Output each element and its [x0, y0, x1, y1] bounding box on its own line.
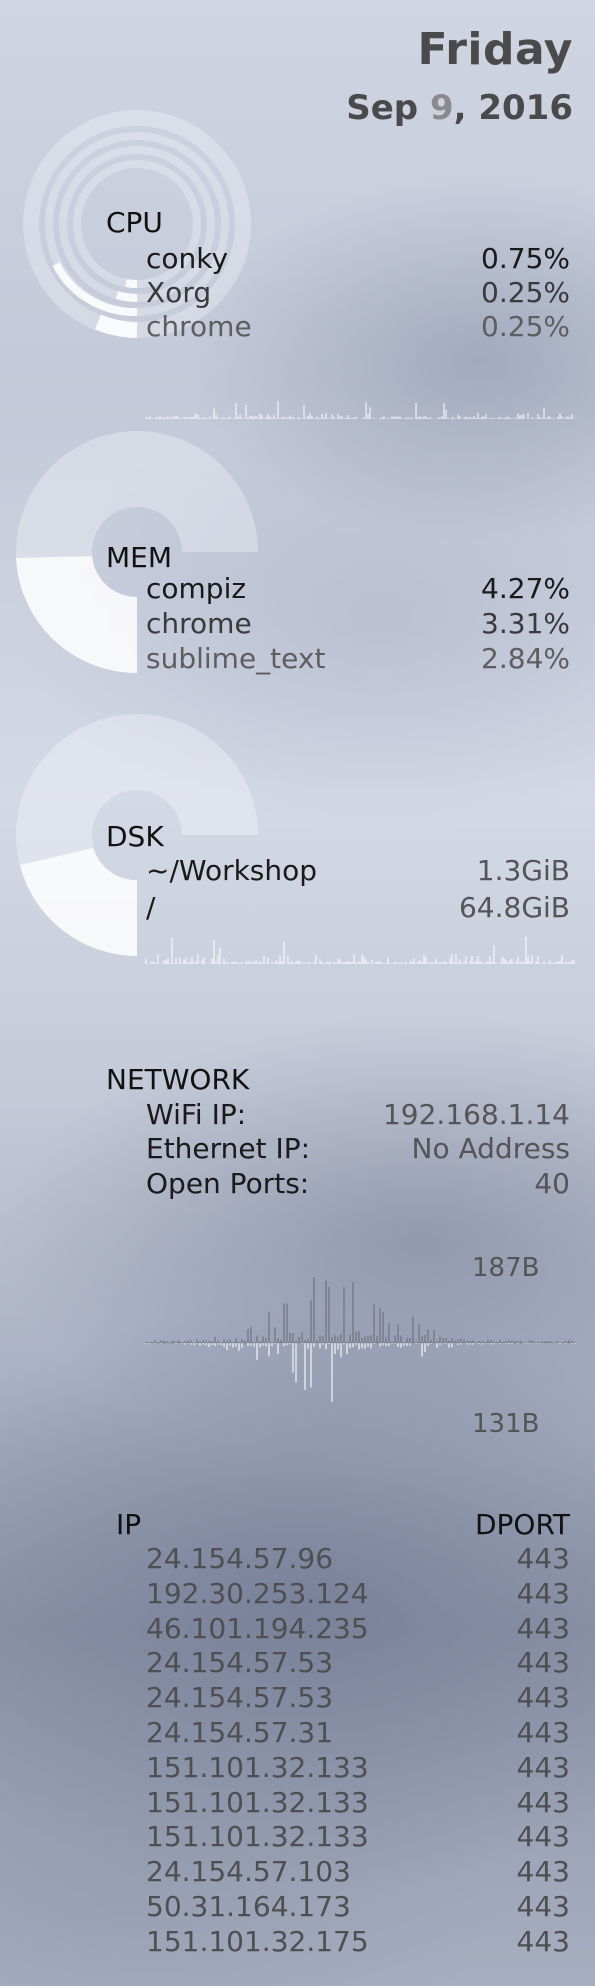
- mem-process-name: sublime_text: [146, 642, 326, 675]
- connection-ip: 151.101.32.133: [146, 1750, 369, 1784]
- connection-ip: 46.101.194.235: [146, 1611, 369, 1645]
- cpu-process-value: 0.25%: [481, 310, 570, 343]
- cpu-process-row: Xorg 0.25%: [146, 276, 570, 310]
- dsk-mount-row: ~/Workshop 1.3GiB: [146, 854, 570, 888]
- connection-dport: 443: [516, 1855, 570, 1889]
- connection-dport: 443: [516, 1785, 570, 1819]
- network-download-max: 131B: [472, 1409, 540, 1439]
- mem-process-value: 2.84%: [481, 642, 570, 675]
- network-row-value: 192.168.1.14: [382, 1098, 570, 1131]
- network-row-name: Ethernet IP:: [146, 1132, 311, 1165]
- disk-io-graph: [145, 936, 575, 964]
- network-upload-max: 187B: [472, 1253, 540, 1283]
- mem-label: MEM: [106, 541, 173, 574]
- connection-ip: 192.30.253.124: [146, 1576, 369, 1610]
- connection-dport: 443: [516, 1681, 570, 1715]
- cpu-process-value: 0.25%: [481, 276, 570, 309]
- network-row-value: 40: [534, 1167, 570, 1200]
- mem-process-row: chrome 3.31%: [146, 607, 570, 641]
- mem-process-value: 4.27%: [481, 572, 570, 605]
- cpu-process-name: Xorg: [146, 276, 212, 309]
- connection-dport: 443: [516, 1576, 570, 1610]
- connection-ip: 24.154.57.53: [146, 1646, 334, 1680]
- network-row: Open Ports: 40: [146, 1167, 570, 1201]
- dsk-mount-name: /: [146, 891, 156, 924]
- mem-process-name: compiz: [146, 572, 247, 605]
- cpu-process-value: 0.75%: [481, 242, 570, 275]
- cpu-process-row: conky 0.75%: [146, 242, 570, 276]
- connection-dport: 443: [516, 1890, 570, 1923]
- mem-process-value: 3.31%: [481, 607, 570, 640]
- connection-row: 24.154.57.31 443: [146, 1716, 570, 1750]
- connection-ip: 24.154.57.96: [146, 1542, 334, 1575]
- connection-ip: 24.154.57.53: [146, 1681, 334, 1715]
- connection-dport: 443: [516, 1542, 570, 1575]
- dsk-mount-value: 1.3GiB: [476, 854, 570, 887]
- connection-row: 46.101.194.235 443: [146, 1612, 570, 1646]
- network-traffic-graph: [145, 1277, 576, 1402]
- connection-row: 192.30.253.124 443: [146, 1577, 570, 1611]
- connection-row: 24.154.57.96 443: [146, 1542, 570, 1576]
- network-row-name: WiFi IP:: [146, 1098, 247, 1131]
- connection-row: 151.101.32.175 443: [146, 1925, 570, 1959]
- dsk-mount-value: 64.8GiB: [458, 891, 570, 924]
- network-label: NETWORK: [106, 1063, 250, 1096]
- cpu-process-name: conky: [146, 242, 229, 275]
- connection-row: 24.154.57.53 443: [146, 1681, 570, 1715]
- connection-row: 151.101.32.133 443: [146, 1786, 570, 1820]
- column-header-ip: IP: [116, 1508, 142, 1541]
- mem-process-name: chrome: [146, 607, 252, 640]
- network-row-name: Open Ports:: [146, 1167, 310, 1200]
- connection-row: 50.31.164.173 443: [146, 1890, 570, 1924]
- dsk-mount-row: / 64.8GiB: [146, 891, 570, 925]
- connection-dport: 443: [516, 1611, 570, 1645]
- connection-dport: 443: [516, 1646, 570, 1680]
- connection-row: 24.154.57.53 443: [146, 1646, 570, 1680]
- network-row: Ethernet IP: No Address: [146, 1132, 570, 1166]
- network-row: WiFi IP: 192.168.1.14: [146, 1098, 570, 1132]
- connection-ip: 50.31.164.173: [146, 1890, 351, 1923]
- connection-dport: 443: [516, 1924, 570, 1958]
- cpu-history-graph: [145, 401, 575, 419]
- column-header-dport: DPORT: [474, 1508, 570, 1541]
- connection-ip: 151.101.32.133: [146, 1820, 369, 1854]
- dsk-label: DSK: [106, 820, 164, 853]
- connection-row: 151.101.32.133 443: [146, 1751, 570, 1785]
- connection-dport: 443: [516, 1750, 570, 1784]
- cpu-process-name: chrome: [146, 310, 252, 343]
- connection-ip: 151.101.32.133: [146, 1785, 369, 1819]
- connection-ip: 24.154.57.31: [146, 1716, 334, 1749]
- connection-ip: 151.101.32.175: [146, 1924, 369, 1958]
- connection-row: 24.154.57.103 443: [146, 1855, 570, 1889]
- network-row-value: No Address: [411, 1132, 570, 1165]
- connection-dport: 443: [516, 1820, 570, 1854]
- cpu-label: CPU: [106, 206, 163, 239]
- mem-process-row: compiz 4.27%: [146, 572, 570, 606]
- cpu-process-row: chrome 0.25%: [146, 310, 570, 344]
- dsk-mount-name: ~/Workshop: [146, 854, 318, 887]
- connection-row: 151.101.32.133 443: [146, 1820, 570, 1854]
- connection-dport: 443: [516, 1716, 570, 1749]
- mem-process-row: sublime_text 2.84%: [146, 642, 570, 676]
- connection-ip: 24.154.57.103: [146, 1855, 351, 1889]
